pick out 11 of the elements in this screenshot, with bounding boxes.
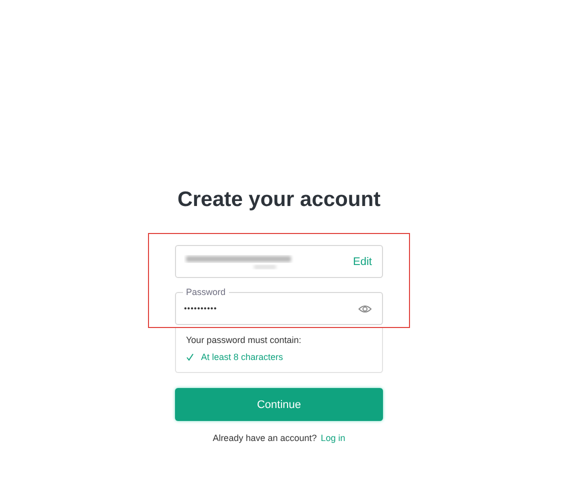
edit-link[interactable]: Edit <box>353 256 372 268</box>
password-label: Password <box>183 286 229 298</box>
password-value: •••••••••• <box>184 304 218 313</box>
continue-button[interactable]: Continue <box>175 388 383 421</box>
requirement-text: At least 8 characters <box>201 352 284 362</box>
requirements-title: Your password must contain: <box>186 335 302 345</box>
email-field[interactable]: Edit <box>175 245 383 278</box>
eye-icon[interactable] <box>358 304 372 314</box>
login-link[interactable]: Log in <box>320 433 346 443</box>
page-heading: Create your account <box>177 187 381 213</box>
login-prompt: Already have an account? <box>212 433 317 443</box>
